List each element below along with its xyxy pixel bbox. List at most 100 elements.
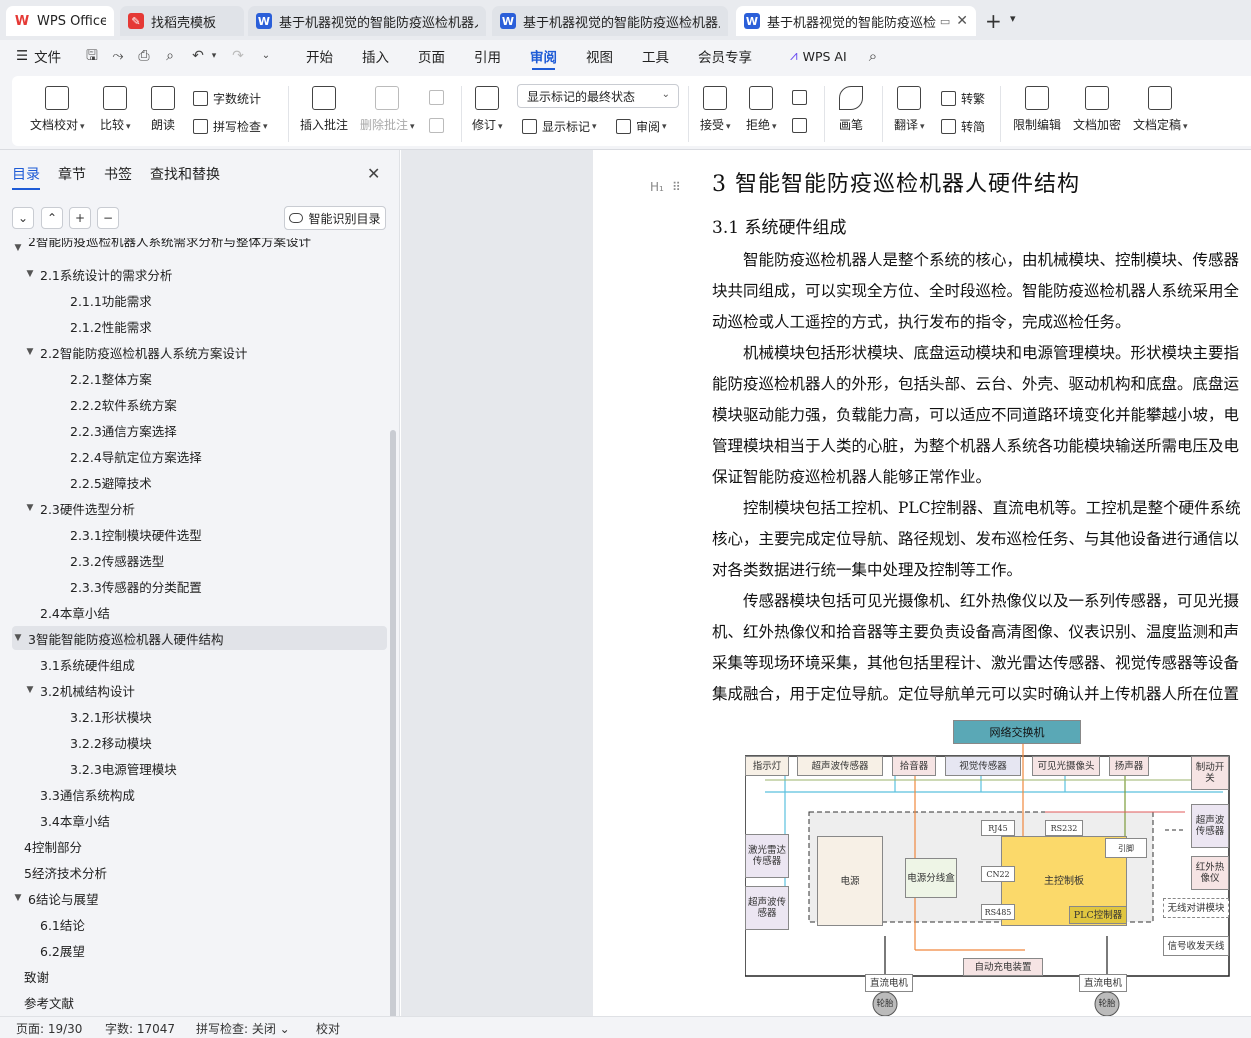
collapse-all-icon[interactable]: ⌄ bbox=[12, 207, 34, 229]
tab-document-2[interactable]: W 基于机器视觉的智能防疫巡检机器人综 bbox=[492, 6, 728, 36]
menu-review[interactable]: 审阅 bbox=[530, 40, 557, 72]
toc-item[interactable]: 2.3.3传感器的分类配置 bbox=[12, 574, 387, 598]
drag-handle-icon[interactable]: ⠿ bbox=[672, 180, 681, 194]
toc-item[interactable]: 2.3.1控制模块硬件选型 bbox=[12, 522, 387, 546]
review-pane-button[interactable]: 审阅 ▾ bbox=[616, 118, 667, 135]
nav-tab-chapters[interactable]: 章节 bbox=[58, 164, 86, 184]
show-markup-button[interactable]: 显示标记 ▾ bbox=[522, 118, 597, 135]
nav-tab-find-replace[interactable]: 查找和替换 bbox=[150, 164, 220, 184]
reject-button[interactable]: 拒绝 ▾ bbox=[746, 86, 777, 133]
toc-item[interactable]: 3.2.2移动模块 bbox=[12, 730, 387, 754]
read-aloud-button[interactable]: 朗读 bbox=[151, 86, 175, 133]
restrict-edit-button[interactable]: 限制编辑 bbox=[1013, 86, 1061, 133]
toc-item[interactable]: 2.2.5避障技术 bbox=[12, 470, 387, 494]
word-count-button[interactable]: 字数统计 bbox=[193, 90, 261, 107]
toc-item[interactable]: ▼ 2.1系统设计的需求分析 bbox=[12, 262, 387, 286]
toc-scrollbar[interactable] bbox=[390, 430, 396, 1020]
toc-item[interactable]: 2.3.2传感器选型 bbox=[12, 548, 387, 572]
nav-tab-toc[interactable]: 目录 bbox=[12, 164, 40, 190]
doc-check-button[interactable]: 文档校对 ▾ bbox=[30, 86, 85, 133]
pen-button[interactable]: 画笔 bbox=[839, 86, 863, 133]
to-traditional-button[interactable]: 转繁 bbox=[941, 90, 985, 107]
toc-item[interactable]: 2.2.1整体方案 bbox=[12, 366, 387, 390]
toc-item[interactable]: 2.2.4导航定位方案选择 bbox=[12, 444, 387, 468]
toc-item[interactable]: 3.1系统硬件组成 bbox=[12, 652, 387, 676]
revise-button[interactable]: 修订 ▾ bbox=[472, 86, 503, 133]
close-icon[interactable]: ✕ bbox=[367, 164, 380, 183]
toc-item[interactable]: 参考文献 bbox=[12, 990, 387, 1014]
file-menu[interactable]: ☰ 文件 bbox=[16, 40, 61, 72]
wps-ai-button[interactable]: ⩘ WPS AI bbox=[790, 40, 847, 72]
toc-item[interactable]: 致谢 bbox=[12, 964, 387, 988]
spell-check-status[interactable]: 拼写检查: 关闭 ⌄ bbox=[196, 1020, 290, 1037]
translate-button[interactable]: 翻译 ▾ bbox=[894, 86, 925, 133]
undo-dropdown-icon[interactable]: ▾ bbox=[206, 48, 222, 64]
share-icon[interactable]: ⤳ bbox=[110, 48, 126, 64]
toc-item[interactable]: ▼ 2智能防疫巡检机器人系统需求分析与整体方案设计 bbox=[12, 238, 387, 260]
expand-arrow-icon[interactable]: ▼ bbox=[24, 503, 36, 513]
print-icon[interactable]: ⎙ bbox=[136, 48, 152, 64]
more-dropdown-icon[interactable]: ⌄ bbox=[258, 48, 274, 64]
menu-page[interactable]: 页面 bbox=[418, 40, 445, 72]
tab-document-1[interactable]: W 基于机器视觉的智能防疫巡检机器人综 bbox=[248, 6, 486, 36]
expand-arrow-icon[interactable]: ▼ bbox=[12, 893, 24, 903]
tab-list-chevron-icon[interactable]: ▾ bbox=[1010, 12, 1016, 25]
close-tab-icon[interactable]: ✕ bbox=[956, 13, 968, 29]
remove-heading-icon[interactable]: − bbox=[97, 207, 119, 229]
undo-icon[interactable]: ↶ bbox=[190, 48, 206, 64]
tab-document-active[interactable]: W 基于机器视觉的智能防疫巡检 ▭ ✕ bbox=[736, 6, 976, 36]
document-page[interactable]: H₁ ⠿ 3 智能智能防疫巡检机器人硬件结构 3.1 系统硬件组成 智能防疫巡检… bbox=[593, 150, 1251, 1016]
spell-check-button[interactable]: 拼写检查 ▾ bbox=[193, 118, 268, 135]
toc-item[interactable]: 2.1.2性能需求 bbox=[12, 314, 387, 338]
toc-item[interactable]: ▼ 2.2智能防疫巡检机器人系统方案设计 bbox=[12, 340, 387, 364]
screen-icon[interactable]: ▭ bbox=[940, 15, 950, 28]
menu-tools[interactable]: 工具 bbox=[642, 40, 669, 72]
menu-insert[interactable]: 插入 bbox=[362, 40, 389, 72]
expand-arrow-icon[interactable]: ▼ bbox=[12, 243, 24, 253]
toc-item[interactable]: 2.2.3通信方案选择 bbox=[12, 418, 387, 442]
nav-tab-bookmarks[interactable]: 书签 bbox=[104, 164, 132, 184]
tab-wps-home[interactable]: W WPS Office bbox=[6, 6, 114, 36]
toc-item[interactable]: 2.1.1功能需求 bbox=[12, 288, 387, 312]
toc-item[interactable]: 3.4本章小结 bbox=[12, 808, 387, 832]
search-icon[interactable]: ⌕ bbox=[865, 48, 881, 64]
save-icon[interactable]: 🖫 bbox=[84, 48, 100, 64]
toc-item[interactable]: ▼ 2.3硬件选型分析 bbox=[12, 496, 387, 520]
expand-up-icon[interactable]: ⌃ bbox=[41, 207, 63, 229]
new-tab-icon[interactable]: + bbox=[985, 9, 1002, 33]
to-simplified-button[interactable]: 转简 bbox=[941, 118, 985, 135]
toc-item[interactable]: ▼ 6结论与展望 bbox=[12, 886, 387, 910]
add-heading-icon[interactable]: + bbox=[69, 207, 91, 229]
word-count-indicator[interactable]: 字数: 17047 bbox=[105, 1020, 175, 1037]
next-revision-icon[interactable] bbox=[792, 118, 812, 133]
insert-comment-button[interactable]: 插入批注 bbox=[300, 86, 348, 133]
toc-item[interactable]: 2.2.2软件系统方案 bbox=[12, 392, 387, 416]
encrypt-button[interactable]: 文档加密 bbox=[1073, 86, 1121, 133]
toc-item[interactable]: 6.1结论 bbox=[12, 912, 387, 936]
page-indicator[interactable]: 页面: 19/30 bbox=[16, 1020, 82, 1037]
toc-item[interactable]: 2.4本章小结 bbox=[12, 600, 387, 624]
compare-button[interactable]: 比较 ▾ bbox=[100, 86, 131, 133]
toc-item[interactable]: 3.2.3电源管理模块 bbox=[12, 756, 387, 780]
proof-status[interactable]: 校对 bbox=[316, 1020, 340, 1037]
menu-view[interactable]: 视图 bbox=[586, 40, 613, 72]
toc-item[interactable]: ▼ 3.2机械结构设计 bbox=[12, 678, 387, 702]
toc-item[interactable]: 3.3通信系统构成 bbox=[12, 782, 387, 806]
toc-item[interactable]: 4控制部分 bbox=[12, 834, 387, 858]
markup-state-select[interactable]: 显示标记的最终状态 ⌄ bbox=[517, 84, 679, 108]
prev-revision-icon[interactable] bbox=[792, 90, 812, 105]
finalize-button[interactable]: 文档定稿 ▾ bbox=[1133, 86, 1188, 133]
expand-arrow-icon[interactable]: ▼ bbox=[24, 685, 36, 695]
print-preview-icon[interactable]: ⌕ bbox=[162, 48, 178, 64]
accept-button[interactable]: 接受 ▾ bbox=[700, 86, 731, 133]
toc-item[interactable]: ▼ 3智能智能防疫巡检机器人硬件结构 bbox=[12, 626, 387, 650]
expand-arrow-icon[interactable]: ▼ bbox=[12, 633, 24, 643]
menu-start[interactable]: 开始 bbox=[306, 40, 333, 72]
menu-reference[interactable]: 引用 bbox=[474, 40, 501, 72]
heading-marker-icon[interactable]: H₁ bbox=[650, 180, 664, 194]
toc-item[interactable]: 3.2.1形状模块 bbox=[12, 704, 387, 728]
expand-arrow-icon[interactable]: ▼ bbox=[24, 269, 36, 279]
expand-arrow-icon[interactable]: ▼ bbox=[24, 347, 36, 357]
menu-member[interactable]: 会员专享 bbox=[698, 40, 752, 72]
toc-item[interactable]: 6.2展望 bbox=[12, 938, 387, 962]
